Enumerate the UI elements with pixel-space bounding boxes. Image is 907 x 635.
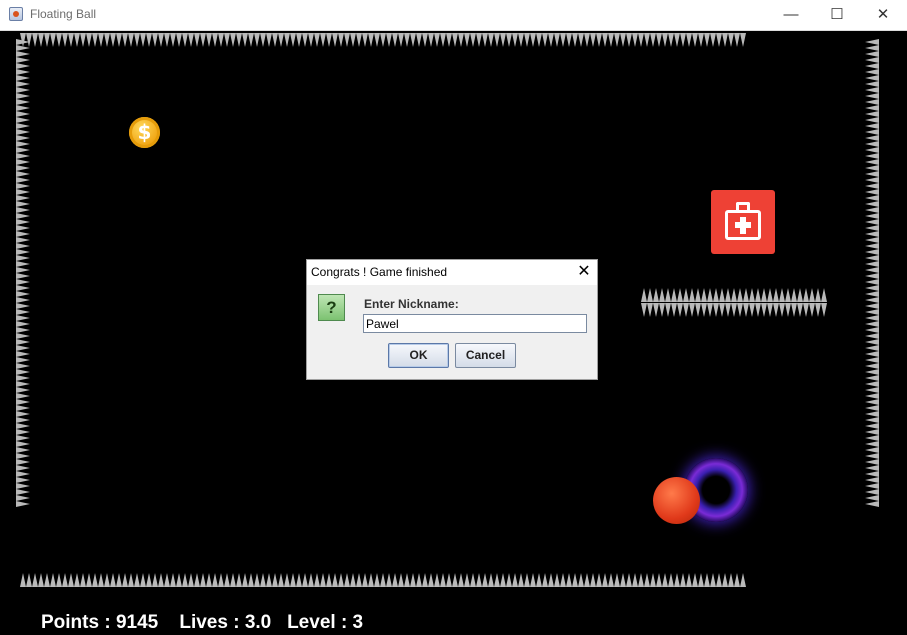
spikes-right-wall xyxy=(865,39,879,507)
nickname-dialog: Congrats ! Game finished ✕ ? Enter Nickn… xyxy=(306,259,598,380)
nickname-label: Enter Nickname: xyxy=(364,297,459,311)
close-button[interactable]: ✕ xyxy=(860,0,906,30)
nickname-input[interactable] xyxy=(363,314,587,333)
window-titlebar: Floating Ball — ☐ ✕ xyxy=(0,0,907,31)
cancel-button[interactable]: Cancel xyxy=(455,343,516,368)
spikes-bottom-wall xyxy=(20,573,746,587)
dialog-close-button[interactable]: ✕ xyxy=(575,262,593,282)
spikes-left-wall xyxy=(16,39,30,507)
spikes-top-wall xyxy=(20,33,746,47)
java-app-icon xyxy=(9,7,23,21)
status-bar: Points : 9145 Lives : 3.0 Level : 3 xyxy=(41,612,363,634)
lives-readout: Lives : 3.0 xyxy=(179,612,272,633)
points-readout: Points : 9145 xyxy=(41,612,159,633)
question-icon: ? xyxy=(318,294,345,321)
maximize-button[interactable]: ☐ xyxy=(814,0,860,30)
player-ball xyxy=(653,477,700,524)
spikes-ledge-top xyxy=(641,288,827,302)
dialog-title: Congrats ! Game finished xyxy=(311,265,448,279)
dialog-titlebar: Congrats ! Game finished ✕ xyxy=(307,260,597,285)
spikes-ledge-bottom xyxy=(641,303,827,317)
medkit-icon xyxy=(711,190,775,254)
coin-icon: $ xyxy=(129,117,160,148)
ok-button[interactable]: OK xyxy=(388,343,449,368)
level-readout: Level : 3 xyxy=(287,612,364,633)
minimize-button[interactable]: — xyxy=(768,0,814,30)
window-title: Floating Ball xyxy=(30,7,97,21)
